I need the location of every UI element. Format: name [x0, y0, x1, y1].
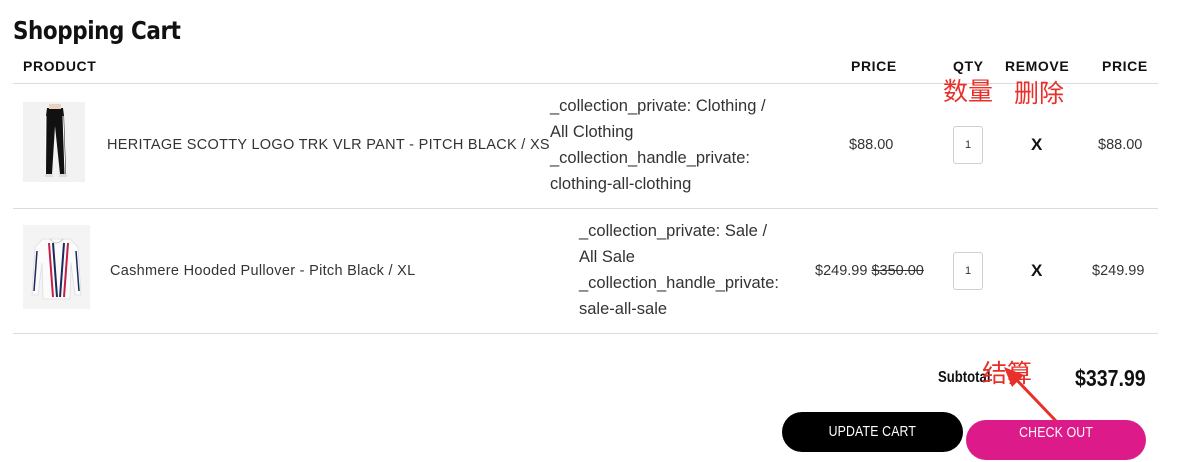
table-row: Cashmere Hooded Pullover - Pitch Black /…	[0, 209, 1202, 333]
property-line: clothing-all-clothing	[550, 175, 692, 193]
line-price: $88.00	[1098, 137, 1143, 153]
quantity-input[interactable]: 1	[953, 252, 983, 290]
compare-at-price: $350.00	[871, 263, 924, 279]
line-price: $249.99	[1092, 263, 1145, 279]
product-properties: _collection_private: Sale / All Sale _co…	[579, 218, 804, 322]
product-image[interactable]	[23, 102, 85, 182]
property-line: _collection_handle_private:	[579, 274, 779, 292]
property-line: All Sale	[579, 248, 635, 266]
product-properties: _collection_private: Clothing / All Clot…	[550, 93, 800, 197]
remove-button[interactable]: X	[1031, 135, 1042, 155]
property-line: _collection_private: Clothing /	[550, 97, 766, 115]
remove-button[interactable]: X	[1031, 261, 1042, 281]
property-line: sale-all-sale	[579, 300, 668, 318]
header-total: PRICE	[1102, 58, 1148, 74]
quantity-input[interactable]: 1	[953, 126, 983, 164]
subtotal-value: $337.99	[1075, 365, 1146, 391]
annotation-remove: 删除	[1014, 79, 1065, 108]
sale-price: $249.99	[815, 263, 868, 279]
property-line: _collection_private: Sale /	[579, 222, 768, 240]
update-cart-button[interactable]: UPDATE CART	[782, 412, 963, 452]
product-name[interactable]: HERITAGE SCOTTY LOGO TRK VLR PANT - PITC…	[107, 137, 550, 153]
row-divider	[13, 333, 1158, 334]
header-price: PRICE	[851, 58, 897, 74]
annotation-arrow-icon	[1004, 367, 1058, 423]
property-line: All Clothing	[550, 123, 634, 141]
header-remove: REMOVE	[1005, 58, 1070, 74]
pants-image	[23, 102, 85, 182]
price-cell: $249.99 $350.00	[815, 263, 924, 279]
property-line: _collection_handle_private:	[550, 149, 750, 167]
product-name[interactable]: Cashmere Hooded Pullover - Pitch Black /…	[110, 263, 415, 279]
update-cart-label: UPDATE CART	[828, 423, 917, 440]
annotation-qty: 数量	[943, 77, 994, 106]
product-image[interactable]	[23, 225, 90, 309]
unit-price: $88.00	[849, 137, 894, 153]
header-product: PRODUCT	[23, 58, 97, 74]
sweater-image	[23, 225, 90, 309]
page-title: Shopping Cart	[13, 16, 181, 45]
